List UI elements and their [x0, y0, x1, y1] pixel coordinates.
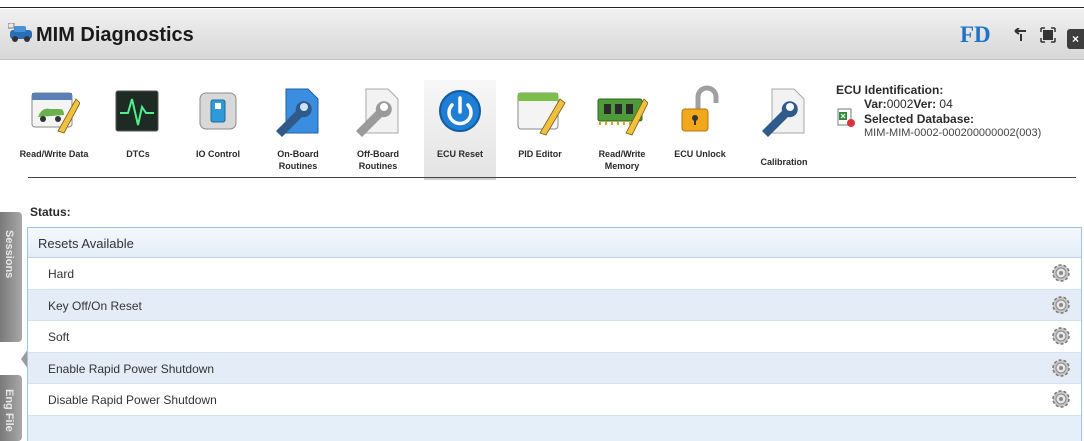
tool-on-board-routines[interactable]: On-Board Routines	[262, 80, 334, 180]
tool-label: Calibration	[760, 157, 808, 167]
restore-icon[interactable]	[1011, 25, 1031, 45]
memory-icon	[597, 98, 648, 136]
tool-label: PID Editor	[518, 149, 562, 159]
read-write-data-icon	[31, 92, 80, 134]
tool-label: Read/Write Memory	[598, 149, 646, 171]
selected-database-value: MIM-MIM-0002-000200000002(003)	[864, 127, 1042, 139]
ver-label: Ver:	[913, 97, 937, 111]
car-scanner-icon	[8, 23, 32, 42]
gear-icon[interactable]	[1051, 295, 1071, 315]
tool-label: On-Board Routines	[277, 149, 319, 171]
tool-ecu-unlock[interactable]: ECU Unlock	[664, 80, 736, 180]
pid-editor-icon	[517, 92, 566, 136]
tool-label: ECU Reset	[436, 149, 483, 159]
var-label: Var:	[864, 97, 887, 111]
reset-item-hard[interactable]: Hard	[28, 258, 1081, 290]
brand-logo: FD	[960, 22, 991, 47]
reset-label: Enable Rapid Power Shutdown	[48, 361, 215, 376]
sessions-side-tab[interactable]: Sessions	[0, 212, 22, 342]
reset-label: Soft	[48, 330, 70, 344]
tool-read-write-memory[interactable]: Read/Write Memory	[586, 80, 658, 180]
selected-database-label: Selected Database:	[864, 112, 975, 126]
tool-label: DTCs	[126, 149, 150, 159]
padlock-icon	[681, 85, 719, 132]
title-bar: MIM Diagnostics FD ×	[0, 9, 1084, 60]
tool-calibration[interactable]: Calibration	[748, 80, 820, 180]
tool-pid-editor[interactable]: PID Editor	[504, 80, 576, 180]
tool-ecu-reset[interactable]: ECU Reset	[424, 80, 496, 180]
calibration-icon	[762, 88, 805, 137]
toolbar-divider	[28, 177, 1076, 178]
reset-label: Disable Rapid Power Shutdown	[48, 393, 217, 407]
ver-value: 04	[936, 97, 953, 111]
reset-item-key-off-on[interactable]: Key Off/On Reset	[28, 289, 1081, 321]
reset-item-soft[interactable]: Soft	[28, 321, 1081, 353]
top-border	[0, 0, 1084, 8]
dtc-monitor-icon	[115, 90, 159, 132]
database-file-icon[interactable]	[836, 108, 856, 128]
eng-file-tab-label: Eng File	[3, 389, 15, 432]
tool-dtcs[interactable]: DTCs	[102, 80, 174, 180]
gear-icon[interactable]	[1051, 326, 1071, 346]
eng-file-side-tab[interactable]: Eng File	[0, 375, 22, 441]
reset-item-disable-rapid-power-shutdown[interactable]: Disable Rapid Power Shutdown	[28, 384, 1081, 416]
tool-off-board-routines[interactable]: Off-Board Routines	[342, 80, 414, 180]
ecu-variant-version: Var:0002Ver: 04	[864, 97, 953, 111]
gear-icon[interactable]	[1051, 263, 1071, 283]
tool-label: IO Control	[196, 149, 240, 159]
resets-panel: Resets Available Hard Key Off/On Reset S…	[27, 227, 1082, 441]
status-label: Status:	[30, 205, 71, 219]
tool-io-control[interactable]: IO Control	[182, 80, 254, 180]
sessions-tab-label: Sessions	[3, 230, 15, 279]
close-button[interactable]: ×	[1067, 29, 1084, 49]
resets-header: Resets Available	[28, 228, 1081, 258]
gear-icon[interactable]	[1051, 358, 1071, 378]
tool-read-write-data[interactable]: Read/Write Data	[18, 80, 90, 180]
reset-label: Hard	[48, 267, 75, 281]
off-board-routines-icon	[356, 88, 399, 137]
tool-label: Read/Write Data	[19, 149, 89, 159]
reset-item-enable-rapid-power-shutdown[interactable]: Enable Rapid Power Shutdown	[28, 352, 1081, 384]
io-control-icon	[199, 92, 237, 130]
window-title: MIM Diagnostics	[36, 24, 194, 46]
power-icon	[439, 90, 481, 132]
reset-label: Key Off/On Reset	[48, 298, 142, 313]
gear-icon[interactable]	[1051, 389, 1071, 409]
maximize-icon[interactable]	[1038, 25, 1058, 45]
resets-header-label: Resets Available	[38, 236, 134, 251]
ecu-identification-heading: ECU Identification:	[836, 83, 944, 97]
on-board-routines-icon	[276, 88, 319, 137]
tool-label: Off-Board Routines	[357, 149, 399, 171]
var-value: 0002	[886, 97, 914, 111]
tool-label: ECU Unlock	[674, 149, 726, 159]
resets-list: Hard Key Off/On Reset Soft Enable Rapid …	[28, 258, 1081, 416]
